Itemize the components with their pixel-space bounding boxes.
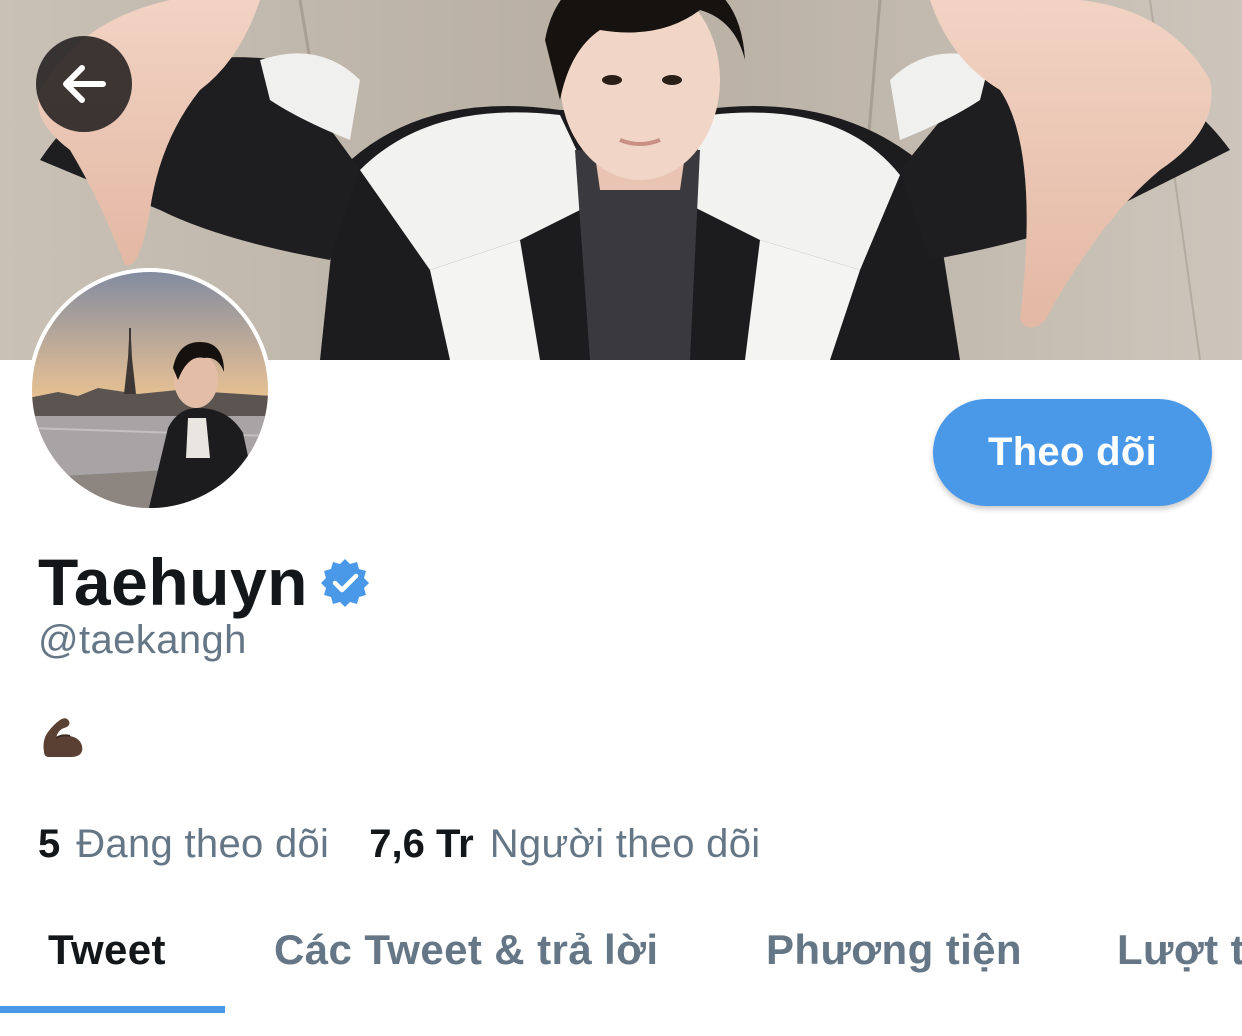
display-name: Taehuyn [38,545,308,619]
name-row: Taehuyn [38,542,370,622]
active-tab-indicator [0,1006,225,1013]
followers-count[interactable]: 7,6 Tr [369,822,474,867]
follow-button[interactable]: Theo dõi [933,399,1212,506]
tab-media[interactable]: Phương tiện [766,896,1022,1004]
back-button[interactable] [36,36,132,132]
tab-tweets[interactable]: Tweet [48,896,166,1004]
avatar-photo [28,268,272,512]
tab-tweets-and-replies[interactable]: Các Tweet & trả lời [274,896,658,1004]
profile-avatar[interactable] [28,268,272,512]
profile-page: Theo dõi Taehuyn @taekangh 5 Đang theo d… [0,0,1242,1036]
profile-tabs: Tweet Các Tweet & trả lời Phương tiện Lư… [0,896,1242,1016]
followers-label[interactable]: Người theo dõi [490,822,761,867]
following-count[interactable]: 5 [38,822,60,867]
tab-likes[interactable]: Lượt thích [1117,896,1242,1004]
profile-stats: 5 Đang theo dõi 7,6 Tr Người theo dõi [38,818,760,870]
verified-badge-icon [320,559,369,607]
following-label[interactable]: Đang theo dõi [76,822,329,867]
user-handle: @taekangh [38,618,247,662]
arrow-left-icon [63,65,106,103]
flexed-biceps-emoji-icon [43,718,83,757]
